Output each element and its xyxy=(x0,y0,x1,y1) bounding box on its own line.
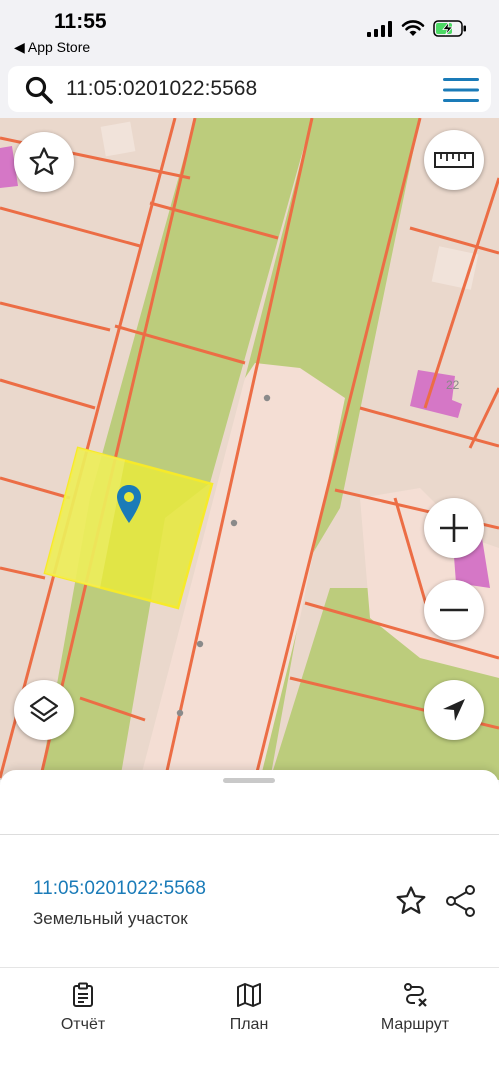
map-plan-icon xyxy=(237,983,261,1007)
navigation-arrow-icon xyxy=(443,699,465,721)
parcel-info-sheet[interactable]: 11:05:0201022:5568 Земельный участок xyxy=(0,770,499,970)
parcel-type-label: Земельный участок xyxy=(33,909,188,928)
search-header xyxy=(0,62,499,118)
status-time: 11:55 xyxy=(54,10,107,33)
search-input[interactable] xyxy=(66,70,416,108)
favorite-map-button[interactable] xyxy=(14,132,74,192)
address-dot xyxy=(196,640,204,648)
star-outline-icon xyxy=(29,147,59,175)
search-icon[interactable] xyxy=(24,75,54,105)
plus-icon xyxy=(440,514,468,542)
status-bar: 11:55 ◀ App Store xyxy=(0,0,499,62)
tab-route[interactable]: Маршрут xyxy=(355,982,475,1034)
share-icon[interactable] xyxy=(444,884,478,918)
battery-charging-icon xyxy=(433,20,466,37)
hamburger-menu-icon[interactable] xyxy=(441,76,481,104)
route-icon xyxy=(404,983,427,1007)
zoom-out-button[interactable] xyxy=(424,580,484,640)
tab-plan[interactable]: План xyxy=(189,982,309,1034)
parcel-cadastral-number[interactable]: 11:05:0201022:5568 xyxy=(33,878,206,900)
ruler-icon xyxy=(434,152,474,168)
layers-button[interactable] xyxy=(14,680,74,740)
address-dot xyxy=(230,519,238,527)
tab-plan-label: План xyxy=(229,1016,269,1033)
zoom-in-button[interactable] xyxy=(424,498,484,558)
search-bar[interactable] xyxy=(8,66,491,112)
map-canvas[interactable] xyxy=(0,118,499,780)
cadastral-map[interactable]: 22 xyxy=(0,118,499,780)
wifi-icon xyxy=(401,20,425,36)
light-parcel xyxy=(100,121,136,157)
bottom-tab-bar: Отчёт План Маршрут xyxy=(0,967,499,1080)
back-to-app-store-link[interactable]: ◀ App Store xyxy=(14,39,90,56)
report-icon xyxy=(73,982,93,1007)
location-pin-icon[interactable] xyxy=(116,484,142,524)
layers-icon xyxy=(29,695,59,723)
add-favorite-star-icon[interactable] xyxy=(394,884,428,918)
my-location-button[interactable] xyxy=(424,680,484,740)
sheet-drag-handle[interactable] xyxy=(223,778,275,783)
minus-icon xyxy=(440,608,468,612)
house-number-label: 22 xyxy=(446,378,460,392)
cellular-signal-icon xyxy=(367,20,392,37)
address-dot xyxy=(176,709,184,717)
tab-report[interactable]: Отчёт xyxy=(23,982,143,1034)
address-dot xyxy=(263,394,271,402)
ruler-button[interactable] xyxy=(424,130,484,190)
sheet-divider xyxy=(0,834,499,835)
status-icons xyxy=(367,20,467,37)
tab-report-label: Отчёт xyxy=(60,1016,106,1033)
tab-route-label: Маршрут xyxy=(380,1016,450,1033)
